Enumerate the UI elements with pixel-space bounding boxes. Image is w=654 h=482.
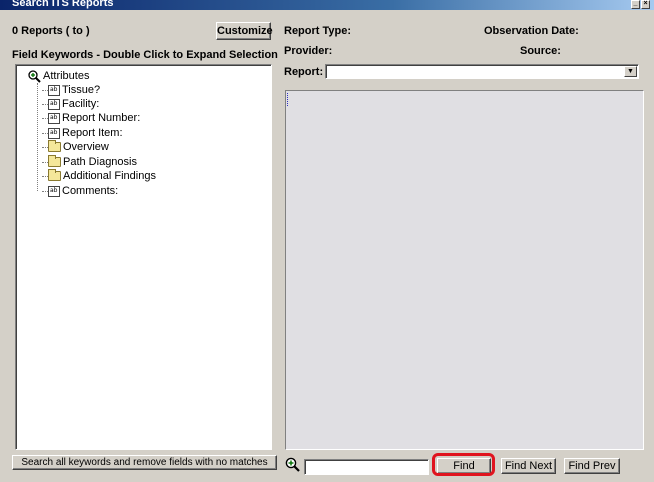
close-button[interactable]: × xyxy=(641,0,650,9)
source-label: Source: xyxy=(520,45,561,57)
find-input[interactable] xyxy=(304,459,429,475)
report-select[interactable]: ▼ xyxy=(325,64,639,79)
customize-button[interactable]: Customize xyxy=(216,22,273,40)
text-field-icon: ab xyxy=(48,84,60,96)
tree-item-additional-findings[interactable]: Additional Findings xyxy=(42,169,156,183)
minimize-button[interactable]: _ xyxy=(631,0,640,9)
tree-item-label: Comments: xyxy=(62,185,119,197)
tree-item-comments[interactable]: ab Comments: xyxy=(42,184,118,198)
zoom-plus-icon xyxy=(28,69,41,83)
report-text-area[interactable] xyxy=(285,90,644,450)
tree-root-attributes[interactable]: Attributes xyxy=(28,69,89,83)
zoom-in-icon[interactable] xyxy=(285,457,300,472)
text-field-icon: ab xyxy=(48,127,60,139)
tree-item-facility[interactable]: ab Facility: xyxy=(42,97,99,111)
observation-date-label: Observation Date: xyxy=(484,25,579,37)
tree-item-path-diagnosis[interactable]: Path Diagnosis xyxy=(42,155,137,169)
tree-item-label: Facility: xyxy=(62,98,100,110)
report-label: Report: xyxy=(284,66,324,78)
text-field-icon: ab xyxy=(48,112,60,124)
search-all-keywords-button[interactable]: Search all keywords and remove fields wi… xyxy=(12,455,277,470)
find-next-button[interactable]: Find Next xyxy=(501,458,556,474)
title-buttons: _ × xyxy=(631,0,650,9)
text-field-icon: ab xyxy=(48,98,60,110)
text-field-icon: ab xyxy=(48,185,60,197)
tree-item-label: Report Number: xyxy=(62,112,141,124)
tree-item-label: Additional Findings xyxy=(63,170,156,182)
tree-item-label: Tissue? xyxy=(62,84,101,96)
tree-item-label: Report Item: xyxy=(62,127,123,139)
folder-icon xyxy=(48,169,61,181)
tree-item-label: Path Diagnosis xyxy=(63,156,137,168)
tree-item-report-number[interactable]: ab Report Number: xyxy=(42,111,140,125)
tree-item-report-item[interactable]: ab Report Item: xyxy=(42,126,123,140)
report-count: 0 Reports ( to ) xyxy=(12,25,90,37)
tree-connector xyxy=(37,83,38,191)
field-keywords-tree[interactable]: Attributes ab Tissue? ab Facility: ab Repor… xyxy=(15,64,272,450)
tree-root-label: Attributes xyxy=(43,70,90,82)
find-prev-button[interactable]: Find Prev xyxy=(564,458,620,474)
tree-item-label: Overview xyxy=(63,141,109,153)
folder-icon xyxy=(48,155,61,167)
field-keywords-label: Field Keywords - Double Click to Expand … xyxy=(12,49,278,61)
window-title: Search ITS Reports xyxy=(12,0,114,9)
title-bar: Search ITS Reports _ × xyxy=(0,0,654,10)
tree-item-overview[interactable]: Overview xyxy=(42,140,109,154)
chevron-down-icon[interactable]: ▼ xyxy=(624,66,637,77)
find-button-highlight xyxy=(432,453,495,476)
text-cursor xyxy=(287,93,289,106)
tree-item-tissue[interactable]: ab Tissue? xyxy=(42,83,100,97)
report-type-label: Report Type: xyxy=(284,25,352,37)
provider-label: Provider: xyxy=(284,45,333,57)
folder-icon xyxy=(48,140,61,152)
